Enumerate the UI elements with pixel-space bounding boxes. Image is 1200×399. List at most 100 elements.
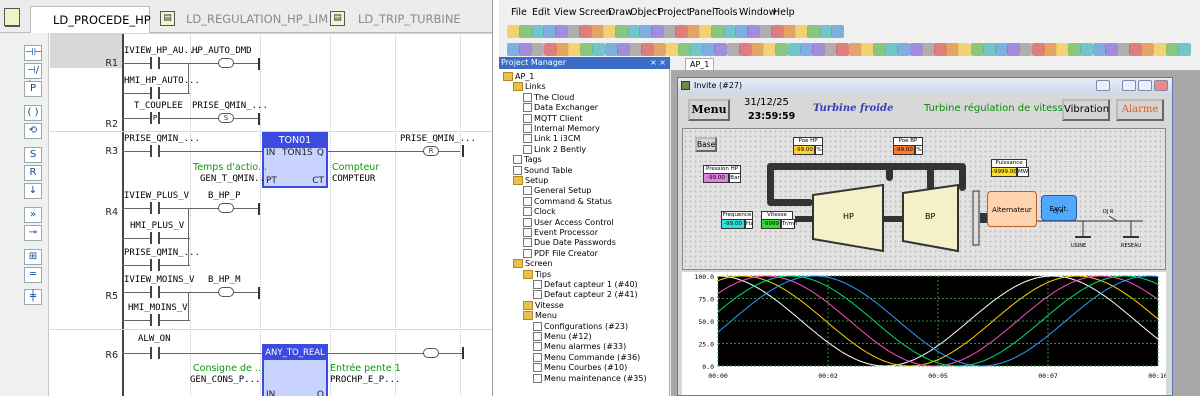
toolbar-tool-icon[interactable] <box>860 43 874 56</box>
toolbar-tool-icon[interactable] <box>677 43 691 56</box>
contact[interactable] <box>150 314 160 326</box>
tree-item[interactable]: Menu maintenance (#35) <box>533 373 647 384</box>
menu-file[interactable]: File <box>511 7 527 18</box>
reset-coil-tool-icon[interactable]: R <box>24 165 42 181</box>
tree-item[interactable]: Menu (#12) <box>533 332 592 342</box>
toolbar-tool-icon[interactable] <box>958 43 972 56</box>
tab-ld-procede-hp[interactable]: ▤ LD_PROCEDE_HP <box>5 6 151 34</box>
tree-item[interactable]: Menu <box>523 311 557 321</box>
contact[interactable] <box>150 232 160 244</box>
alarme-button[interactable]: Alarme <box>1116 99 1164 121</box>
toolbar-tool-icon[interactable] <box>1104 43 1118 56</box>
tree-item[interactable]: Defaut capteur 2 (#41) <box>533 290 638 300</box>
branch-tool-icon[interactable]: ⊸ <box>24 225 42 241</box>
menu-window[interactable]: Window <box>739 7 776 18</box>
toolbar-tool-icon[interactable] <box>1068 43 1082 56</box>
excitation-block[interactable]: Excit. <box>1041 195 1077 221</box>
contact[interactable] <box>150 286 160 298</box>
menu-button[interactable]: Menu <box>688 99 730 121</box>
toolbar-tool-icon[interactable] <box>592 43 606 56</box>
alternateur-block[interactable]: Alternateur <box>987 191 1037 227</box>
toolbar-tool-icon[interactable] <box>873 43 886 56</box>
return-tool-icon[interactable]: » <box>24 207 42 223</box>
block-tool-icon[interactable]: ⊞ <box>24 249 42 265</box>
set-coil-tool-icon[interactable]: S <box>24 147 42 163</box>
toolbar-tool-icon[interactable] <box>848 43 862 56</box>
tree-item[interactable]: Links <box>513 82 546 92</box>
contact-nc-tool-icon[interactable]: ⊣/⊢ <box>24 63 42 90</box>
toolbar-tool-icon[interactable] <box>1019 43 1033 56</box>
tree-item[interactable]: Link 1 i3CM <box>523 134 580 144</box>
toolbar-tool-icon[interactable] <box>836 43 850 56</box>
menu-help[interactable]: Help <box>773 7 795 18</box>
toolbar-tool-icon[interactable] <box>690 43 703 56</box>
menu-screen[interactable]: Screen <box>579 7 612 18</box>
toolbar-tool-icon[interactable] <box>519 43 533 56</box>
window-maximize-icon[interactable] <box>1138 80 1152 91</box>
toolbar-tool-icon[interactable] <box>1031 43 1045 56</box>
toolbar-tool-icon[interactable] <box>775 43 789 56</box>
toolbar-tool-icon[interactable] <box>982 43 996 56</box>
toolbar-tool-icon[interactable] <box>726 43 740 56</box>
window-restore-icon[interactable] <box>1096 80 1110 91</box>
toolbar-tool-icon[interactable] <box>824 43 838 56</box>
menu-edit[interactable]: Edit <box>532 7 550 18</box>
toolbar-tool-icon[interactable] <box>1178 43 1191 56</box>
toolbar-tool-icon[interactable] <box>1056 43 1069 56</box>
rung-r6[interactable]: R6 ALW_ON ANY_TO_REAL IN Q Consigne de .… <box>50 329 492 396</box>
toolbar-tool-icon[interactable] <box>970 43 984 56</box>
window-close-icon[interactable] <box>1154 80 1168 91</box>
tree-item[interactable]: Tags <box>513 155 542 165</box>
toolbar-tool-icon[interactable] <box>738 43 752 56</box>
tree-item[interactable]: Vitesse <box>523 300 564 311</box>
toolbar-tool-icon[interactable] <box>1080 43 1094 56</box>
toolbar-tool-icon[interactable] <box>831 25 844 38</box>
toolbar-tool-icon[interactable] <box>921 43 935 56</box>
toolbar-tool-icon[interactable] <box>629 43 642 56</box>
any-to-real-block[interactable]: ANY_TO_REAL IN Q <box>262 344 328 396</box>
menu-object[interactable]: Object <box>630 7 661 18</box>
rung-r4[interactable]: R4 IVIEW_PLUS_V B_HP_P HMI_PLUS_V PRISE_… <box>50 187 492 271</box>
tab-ld-trip-turbine[interactable]: ▤ LD_TRIP_TURBINE <box>330 6 490 33</box>
toolbar-tool-icon[interactable] <box>897 43 911 56</box>
coil[interactable] <box>218 203 234 213</box>
toolbar-tool-icon[interactable] <box>946 43 960 56</box>
toolbar-tool-icon[interactable] <box>665 43 679 56</box>
coil[interactable] <box>218 287 234 297</box>
tree-item[interactable]: AP_1 <box>503 72 534 82</box>
toolbar-tool-icon[interactable] <box>995 43 1008 56</box>
toolbar-tool-icon[interactable] <box>763 43 777 56</box>
toolbar-tool-icon[interactable] <box>1141 43 1155 56</box>
tree-item[interactable]: Link 2 Bently <box>523 144 586 155</box>
tree-item[interactable]: PDF File Creator <box>523 248 598 259</box>
toolbar-tool-icon[interactable] <box>604 43 618 56</box>
ladder-file-icon[interactable] <box>4 8 20 26</box>
tree-item[interactable]: Setup <box>513 176 548 186</box>
tree-item[interactable]: Menu Courbes (#10) <box>533 363 627 373</box>
toolbar-tool-icon[interactable] <box>702 43 716 56</box>
toolbar-tool-icon[interactable] <box>568 43 581 56</box>
toolbar-tool-icon[interactable] <box>507 43 520 56</box>
tree-item[interactable]: Menu alarmes (#33) <box>533 342 626 352</box>
toolbar-tool-icon[interactable] <box>555 43 569 56</box>
tree-item[interactable]: Internal Memory <box>523 124 600 134</box>
toolbar-tool-icon[interactable] <box>885 43 899 56</box>
toolbar-tool-icon[interactable] <box>616 43 630 56</box>
tree-item[interactable]: Screen <box>513 259 553 269</box>
toolbar-tool-icon[interactable] <box>751 43 764 56</box>
toolbar-tool-icon[interactable] <box>1007 43 1021 56</box>
hline-tool-icon[interactable]: ═ <box>24 267 42 283</box>
tree-item[interactable]: User Access Control <box>523 217 614 228</box>
tree-item[interactable]: Clock <box>523 207 556 217</box>
reset-coil[interactable]: R <box>423 146 439 156</box>
contact-p-tool-icon[interactable]: P <box>24 81 42 97</box>
contact[interactable] <box>150 347 160 359</box>
coil-tool-icon[interactable]: ( ) <box>24 105 42 121</box>
contact-no-tool-icon[interactable]: ⊣⊢ <box>24 45 42 61</box>
menu-tools[interactable]: Tools <box>714 7 737 18</box>
tree-item[interactable]: Configurations (#23) <box>533 321 628 332</box>
rung-r1[interactable]: R1 IVIEW_HP_AU... HP_AUTO_DMD HMI_HP_AUT… <box>50 33 492 109</box>
set-coil[interactable]: S <box>218 113 234 123</box>
coil-neg-tool-icon[interactable]: ⟲ <box>24 123 42 139</box>
menu-view[interactable]: View <box>554 7 577 18</box>
